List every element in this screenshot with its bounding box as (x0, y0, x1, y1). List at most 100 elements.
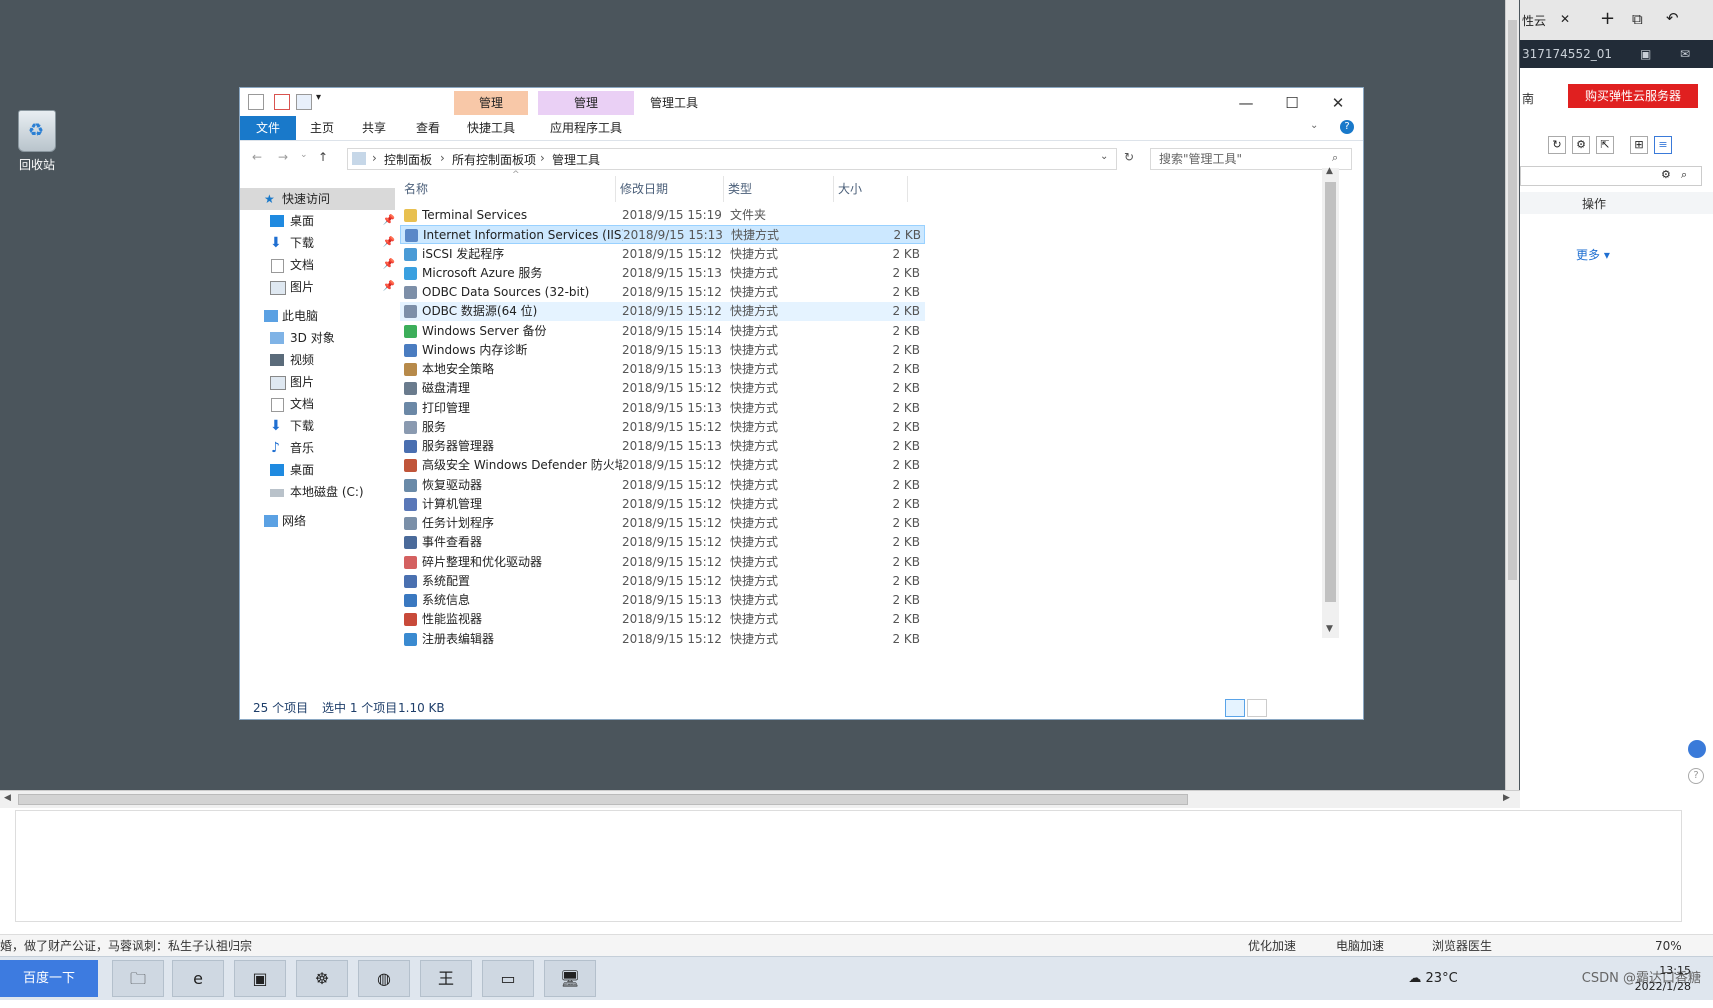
settings-icon[interactable]: ⚙ (1572, 136, 1590, 154)
grid-view-icon[interactable]: ⊞ (1630, 136, 1648, 154)
context-tab-manage-1[interactable]: 管理 (454, 91, 528, 115)
table-row[interactable]: Terminal Services 2018/9/15 15:19 文件夹 (400, 206, 925, 225)
tab-app-tools[interactable]: 应用程序工具 (538, 116, 634, 140)
file-explorer-icon[interactable]: 🗀 (112, 960, 164, 997)
nav-local-disk[interactable]: 本地磁盘 (C:) (240, 481, 395, 503)
console-search-input[interactable]: ⚙ ⌕ (1520, 166, 1702, 186)
table-row[interactable]: 服务器管理器 2018/9/15 15:13 快捷方式 2 KB (400, 437, 925, 456)
back-arrow-icon[interactable]: ← (252, 150, 262, 164)
forward-arrow-icon[interactable]: → (278, 150, 288, 164)
breadcrumb-control-panel[interactable]: 控制面板 (384, 151, 432, 168)
settings-icon[interactable]: ⚙ (1661, 168, 1671, 181)
table-row[interactable]: 本地安全策略 2018/9/15 15:13 快捷方式 2 KB (400, 360, 925, 379)
remote-vertical-scrollbar[interactable] (1505, 0, 1519, 790)
wechat-icon[interactable]: ◍ (358, 960, 410, 997)
table-row[interactable]: ODBC 数据源(64 位) 2018/9/15 15:12 快捷方式 2 KB (400, 302, 925, 322)
table-row[interactable]: 打印管理 2018/9/15 15:13 快捷方式 2 KB (400, 399, 925, 418)
context-tab-manage-2[interactable]: 管理 (538, 91, 634, 115)
help-icon[interactable]: ? (1340, 120, 1354, 134)
nav-desktop-pc[interactable]: 桌面 (240, 459, 395, 481)
minimize-button[interactable]: — (1223, 88, 1269, 118)
recycle-bin[interactable]: 回收站 (12, 110, 62, 173)
properties-icon[interactable] (248, 94, 264, 110)
scroll-down-icon[interactable]: ▼ (1326, 624, 1333, 634)
undo-icon[interactable]: ↶ (1666, 9, 1679, 27)
nav-3d-objects[interactable]: 3D 对象 (240, 327, 395, 349)
column-header-name[interactable]: 名称 (400, 176, 616, 202)
help-icon[interactable]: ? (1688, 768, 1704, 784)
mail-icon[interactable]: ✉ (1680, 40, 1690, 68)
scroll-up-icon[interactable]: ▲ (1326, 166, 1333, 176)
large-icons-view-icon[interactable] (1247, 699, 1267, 717)
buy-server-button[interactable]: 购买弹性云服务器 (1568, 84, 1698, 108)
close-button[interactable]: ✕ (1315, 88, 1361, 118)
scroll-right-icon[interactable]: ▶ (1503, 793, 1510, 803)
column-header-size[interactable]: 大小 (834, 176, 908, 202)
breadcrumb-all-items[interactable]: 所有控制面板项 (452, 151, 536, 168)
nav-quick-access[interactable]: ★ 快速访问 (240, 188, 395, 210)
search-input[interactable]: 搜索"管理工具" (1150, 148, 1352, 170)
nav-downloads-pc[interactable]: ⬇ 下载 (240, 415, 395, 437)
table-row[interactable]: Microsoft Azure 服务 2018/9/15 15:13 快捷方式 2 K… (400, 264, 925, 283)
table-row[interactable]: 事件查看器 2018/9/15 15:12 快捷方式 2 KB (400, 533, 925, 552)
details-view-icon[interactable] (1225, 699, 1245, 717)
nav-pictures[interactable]: 图片 📌 (240, 276, 395, 298)
table-row[interactable]: 系统信息 2018/9/15 15:13 快捷方式 2 KB (400, 591, 925, 610)
table-row[interactable]: 注册表编辑器 2018/9/15 15:12 快捷方式 2 KB (400, 630, 925, 649)
table-row[interactable]: ODBC Data Sources (32-bit) 2018/9/15 15:1… (400, 283, 925, 302)
new-tab-icon[interactable]: + (1600, 8, 1615, 29)
nav-desktop[interactable]: 桌面 📌 (240, 210, 395, 232)
table-row[interactable]: 磁盘清理 2018/9/15 15:12 快捷方式 2 KB (400, 379, 925, 398)
maximize-button[interactable]: ☐ (1269, 88, 1315, 118)
nav-documents[interactable]: 文档 📌 (240, 254, 395, 276)
baidu-search-button[interactable]: 百度一下 (0, 960, 98, 997)
nav-this-pc[interactable]: 此电脑 (240, 305, 395, 327)
dropdown-icon[interactable]: ▾ (316, 92, 321, 103)
optimize-link[interactable]: 优化加速 (1248, 935, 1296, 957)
scrollbar-thumb[interactable] (1325, 182, 1336, 602)
table-row[interactable]: 性能监视器 2018/9/15 15:12 快捷方式 2 KB (400, 610, 925, 629)
up-arrow-icon[interactable]: ↑ (318, 150, 328, 164)
window-app-icon[interactable]: ▣ (234, 960, 286, 997)
wang-app-icon[interactable]: 王 (420, 960, 472, 997)
terminal-icon[interactable]: ▣ (1640, 40, 1651, 68)
recent-dropdown-icon[interactable]: ⌄ (300, 150, 308, 160)
table-row[interactable]: Windows Server 备份 2018/9/15 15:14 快捷方式 2 KB (400, 322, 925, 341)
tab-view[interactable]: 查看 (406, 116, 450, 140)
table-row[interactable]: Windows 内存诊断 2018/9/15 15:13 快捷方式 2 KB (400, 341, 925, 360)
address-dropdown-icon[interactable]: ⌄ (1100, 151, 1108, 162)
table-row[interactable]: Internet Information Services (IIS)管...2… (400, 225, 925, 245)
tab-file[interactable]: 文件 (240, 116, 296, 140)
remote-desktop-icon[interactable]: 🖥 (544, 960, 596, 997)
support-icon[interactable] (1688, 740, 1706, 758)
nav-downloads[interactable]: ⬇ 下载 📌 (240, 232, 395, 254)
tab-manager-icon[interactable]: ⧉ (1632, 10, 1643, 28)
news-ticker[interactable]: 婚，做了财产公证，马蓉讽刺：私生子认祖归宗 (0, 935, 252, 957)
column-header-date[interactable]: 修改日期 (616, 176, 724, 202)
file-list-scrollbar[interactable]: ▲ ▼ (1322, 166, 1339, 638)
table-row[interactable]: 恢复驱动器 2018/9/15 15:12 快捷方式 2 KB (400, 476, 925, 495)
new-folder-icon[interactable] (296, 94, 312, 110)
nav-videos[interactable]: 视频 (240, 349, 395, 371)
address-field[interactable]: › 控制面板 › 所有控制面板项 › 管理工具 ⌄ (347, 148, 1117, 170)
browser-doctor-link[interactable]: 浏览器医生 (1432, 935, 1492, 957)
column-header-type[interactable]: 类型 (724, 176, 834, 202)
checkmark-icon[interactable] (274, 94, 290, 110)
list-view-icon[interactable]: ≡ (1654, 136, 1672, 154)
ie-browser-icon[interactable]: e (172, 960, 224, 997)
table-row[interactable]: iSCSI 发起程序 2018/9/15 15:12 快捷方式 2 KB (400, 245, 925, 264)
more-link[interactable]: 更多 ▾ (1576, 246, 1610, 263)
nav-documents-pc[interactable]: 文档 (240, 393, 395, 415)
export-icon[interactable]: ⇱ (1596, 136, 1614, 154)
refresh-icon[interactable]: ↻ (1548, 136, 1566, 154)
ribbon-expand-icon[interactable]: ⌄ (1310, 120, 1318, 131)
table-row[interactable]: 计算机管理 2018/9/15 15:12 快捷方式 2 KB (400, 495, 925, 514)
browser-tab[interactable]: 性云 (1522, 12, 1546, 29)
search-icon[interactable]: ⌕ (1332, 151, 1338, 165)
table-row[interactable]: 服务 2018/9/15 15:12 快捷方式 2 KB (400, 418, 925, 437)
tab-shortcut-tools[interactable]: 快捷工具 (454, 116, 528, 140)
scrollbar-thumb[interactable] (1508, 20, 1517, 580)
nav-music[interactable]: ♪ 音乐 (240, 437, 395, 459)
breadcrumb-admin-tools[interactable]: 管理工具 (552, 151, 600, 168)
table-row[interactable]: 高级安全 Windows Defender 防火墙 2018/9/15 15:12… (400, 456, 925, 475)
